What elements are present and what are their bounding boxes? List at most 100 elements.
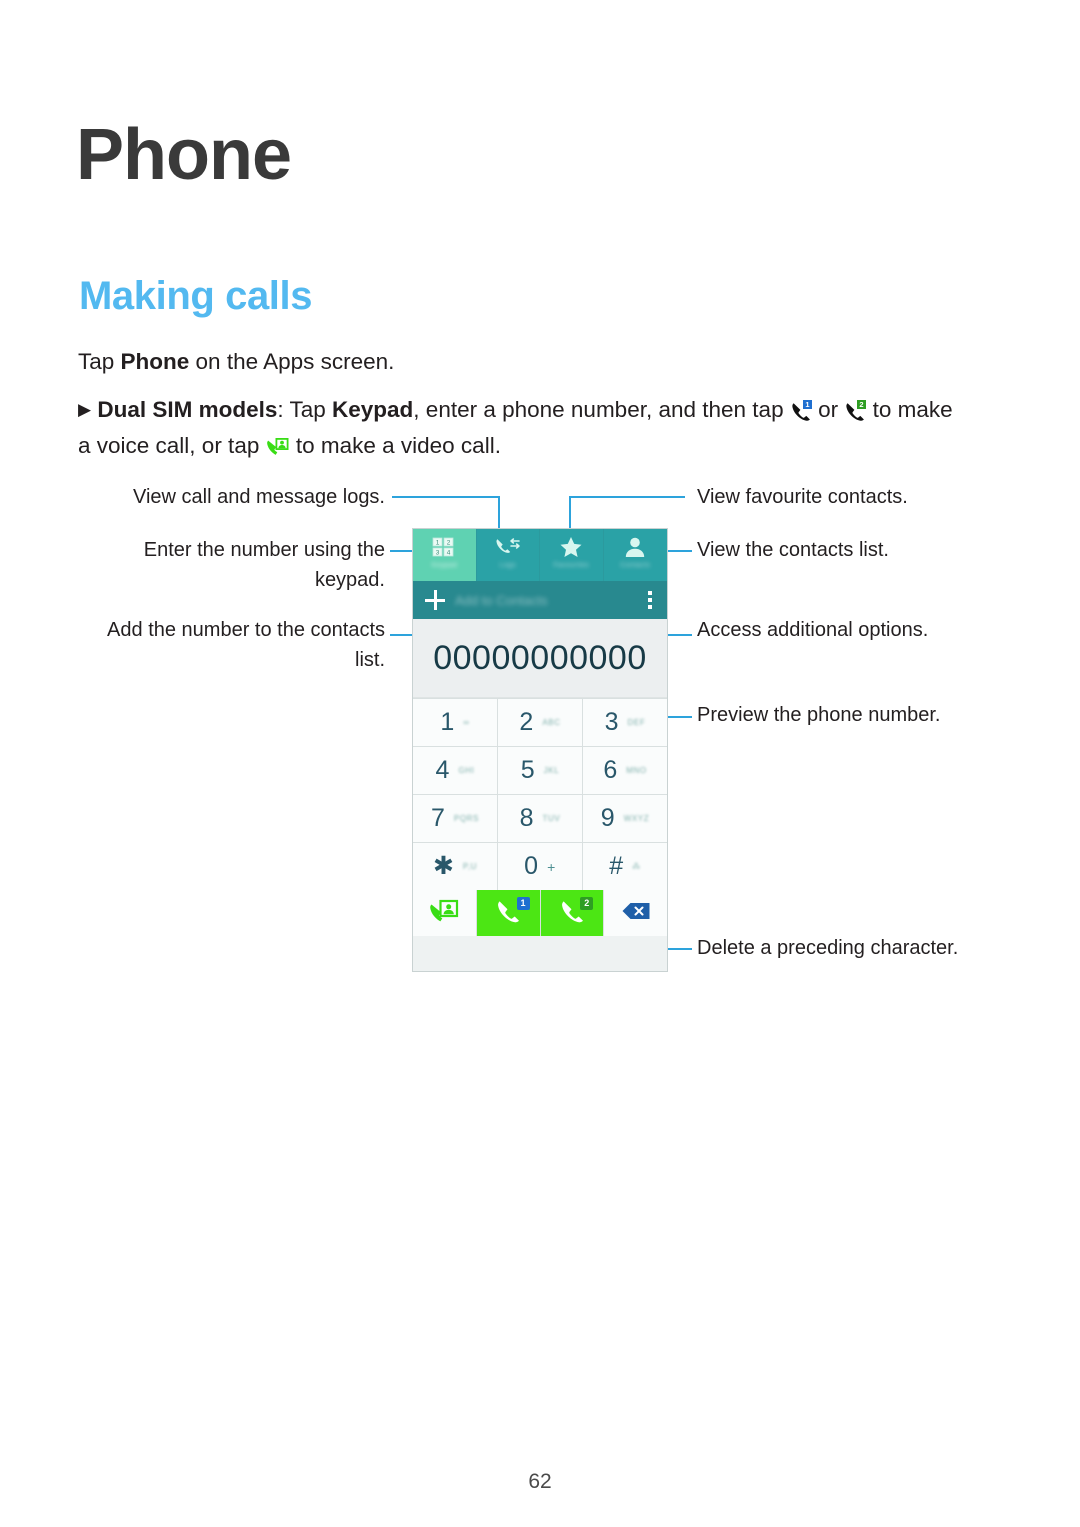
- video-call-icon: [266, 436, 290, 458]
- star-icon: [559, 535, 583, 559]
- dialer-tabbar: 1 2 3 4 Keypad Logs Favourites Contacts: [413, 529, 667, 581]
- key-9-digit: 9: [600, 804, 615, 832]
- tab-keypad[interactable]: 1 2 3 4 Keypad: [413, 529, 477, 581]
- logs-icon: [495, 535, 521, 559]
- dialer-action-bar: 1 2: [413, 890, 667, 936]
- tab-favourites-label: Favourites: [553, 562, 590, 569]
- instruction-prefix: Tap: [78, 349, 121, 374]
- leader-backspace: [666, 948, 692, 950]
- key-6-letters: MNO: [626, 765, 647, 775]
- svg-text:4: 4: [447, 550, 451, 557]
- callout-add-to-contacts: Add the number to the contacts list.: [107, 619, 385, 671]
- number-preview-area[interactable]: 00000000000: [413, 619, 667, 698]
- key-8-digit: 8: [519, 804, 534, 832]
- sim1-badge: 1: [516, 897, 530, 910]
- key-5-letters: JKL: [543, 765, 560, 775]
- key-0-letters: +: [547, 858, 556, 875]
- keypad-bold-label: Keypad: [332, 397, 414, 422]
- svg-text:2: 2: [447, 540, 451, 547]
- backspace-button[interactable]: [604, 890, 667, 936]
- key-4-letters: GHI: [458, 765, 475, 775]
- key-3-letters: DEF: [627, 717, 646, 727]
- call-sim2-button[interactable]: 2: [540, 890, 604, 936]
- page-number: 62: [528, 1470, 552, 1493]
- callout-more-options: Access additional options.: [697, 619, 929, 641]
- call-sim1-icon: 1: [790, 400, 812, 422]
- key-7-letters: PQRS: [453, 813, 479, 823]
- tab-contacts[interactable]: Contacts: [603, 529, 667, 581]
- instruction-line-1: Tap Phone on the Apps screen.: [78, 345, 978, 379]
- svg-text:1: 1: [436, 540, 440, 547]
- contact-icon: [624, 535, 646, 559]
- callout-enter-number: Enter the number using the keypad.: [143, 539, 385, 591]
- svg-text:2: 2: [860, 400, 864, 409]
- dual-sim-text-3: or: [811, 397, 845, 422]
- key-9[interactable]: 9 WXYZ: [583, 795, 667, 842]
- callout-view-favourites: View favourite contacts.: [697, 486, 908, 508]
- key-6-digit: 6: [603, 756, 618, 784]
- key-2-digit: 2: [519, 708, 534, 736]
- instruction-suffix: on the Apps screen.: [189, 349, 395, 374]
- keypad-icon: 1 2 3 4: [432, 535, 456, 559]
- instruction-bold-phone: Phone: [120, 349, 190, 374]
- tab-contacts-label: Contacts: [620, 562, 651, 569]
- dual-sim-text-1: : Tap: [277, 397, 333, 422]
- video-call-button[interactable]: [413, 890, 476, 936]
- key-3-digit: 3: [604, 708, 619, 736]
- tab-keypad-label: Keypad: [431, 562, 458, 569]
- plus-icon[interactable]: [425, 590, 445, 610]
- page-title: Phone: [76, 115, 292, 195]
- key-6[interactable]: 6 MNO: [583, 747, 667, 794]
- key-star-digit: ✱: [432, 852, 454, 880]
- call-sim1-button[interactable]: 1: [476, 890, 540, 936]
- phone-screenshot-mockup: 1 2 3 4 Keypad Logs Favourites Contacts …: [412, 528, 668, 972]
- key-9-letters: WXYZ: [623, 813, 650, 823]
- key-star-letters: P,U: [462, 861, 478, 871]
- key-hash[interactable]: # ⁂: [583, 843, 667, 890]
- key-5-digit: 5: [520, 756, 535, 784]
- dual-sim-bold-label: Dual SIM models: [97, 397, 278, 422]
- key-1[interactable]: 1 ∞: [413, 699, 497, 746]
- instruction-paragraph-dual-sim: ▶ Dual SIM models: Tap Keypad, enter a p…: [78, 393, 968, 463]
- key-7-digit: 7: [431, 804, 445, 832]
- key-8-letters: TUV: [542, 813, 561, 823]
- tab-logs-label: Logs: [499, 562, 516, 569]
- dialpad-grid: 1 ∞ 2 ABC 3 DEF 4 GHI 5 JKL 6 MNO 7 PQRS…: [413, 698, 667, 890]
- key-star[interactable]: ✱ P,U: [413, 843, 497, 890]
- call-sim2-icon: 2: [844, 400, 867, 422]
- key-2[interactable]: 2 ABC: [498, 699, 582, 746]
- key-8[interactable]: 8 TUV: [498, 795, 582, 842]
- key-3[interactable]: 3 DEF: [583, 699, 667, 746]
- key-hash-digit: #: [609, 852, 624, 880]
- sim2-badge: 2: [580, 897, 594, 910]
- tab-logs[interactable]: Logs: [476, 529, 540, 581]
- phone-number-display: 00000000000: [433, 638, 647, 677]
- more-options-icon[interactable]: [643, 591, 657, 609]
- callout-view-logs: View call and message logs.: [133, 486, 385, 508]
- tab-favourites[interactable]: Favourites: [540, 529, 604, 581]
- key-4-digit: 4: [435, 756, 450, 784]
- svg-text:3: 3: [436, 550, 440, 557]
- key-2-letters: ABC: [542, 717, 561, 727]
- key-4[interactable]: 4 GHI: [413, 747, 497, 794]
- key-7[interactable]: 7 PQRS: [413, 795, 497, 842]
- section-title: Making calls: [79, 274, 313, 318]
- add-to-contacts-bar[interactable]: Add to Contacts: [413, 581, 667, 619]
- key-1-letters: ∞: [463, 717, 470, 727]
- key-5[interactable]: 5 JKL: [498, 747, 582, 794]
- video-call-icon: [429, 898, 459, 929]
- key-0[interactable]: 0 +: [498, 843, 582, 890]
- add-to-contacts-label: Add to Contacts: [455, 592, 548, 608]
- leader-logs-horizontal: [392, 496, 500, 498]
- key-0-digit: 0: [524, 852, 539, 880]
- bullet-triangle-icon: ▶: [78, 400, 92, 419]
- leader-favourites-horizontal: [569, 496, 685, 498]
- svg-text:1: 1: [805, 400, 809, 409]
- key-1-digit: 1: [440, 708, 455, 736]
- callout-preview-number: Preview the phone number.: [697, 704, 941, 726]
- callout-delete-character: Delete a preceding character.: [697, 937, 959, 959]
- dual-sim-text-5: to make a video call.: [289, 433, 501, 458]
- body-copy: Tap Phone on the Apps screen. ▶ Dual SIM…: [78, 345, 978, 463]
- dual-sim-text-2: , enter a phone number, and then tap: [413, 397, 790, 422]
- key-hash-letters: ⁂: [632, 861, 641, 871]
